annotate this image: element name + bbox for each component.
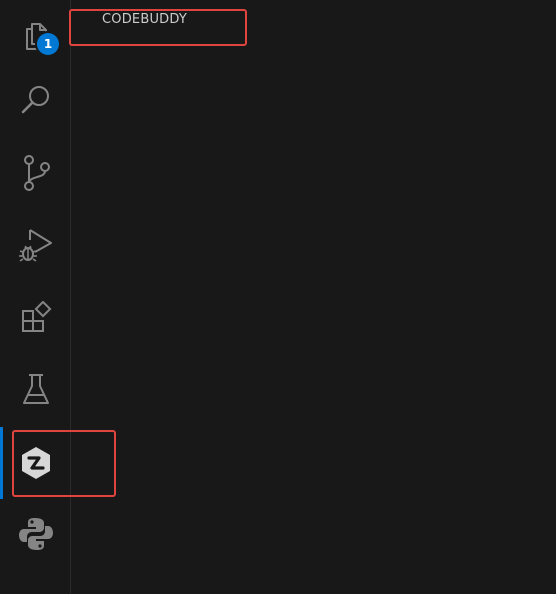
extensions-icon [21,301,51,332]
explorer-badge: 1 [37,33,59,55]
activity-search[interactable] [0,64,71,136]
activity-explorer[interactable]: 1 [0,0,71,72]
search-icon [21,86,49,114]
activity-run-debug[interactable] [0,209,71,281]
activity-python[interactable] [0,498,71,570]
activity-source-control[interactable] [0,137,71,209]
codebuddy-icon [21,447,50,479]
python-icon [18,518,53,550]
source-control-icon [23,155,50,191]
activity-codebuddy[interactable] [0,427,71,499]
panel-title: CODEBUDDY [102,12,188,27]
activity-extensions[interactable] [0,282,71,354]
activity-bar: 1 [0,0,71,594]
run-debug-icon [18,229,52,262]
activity-testing[interactable] [0,354,71,426]
flask-icon [22,374,49,404]
side-panel [72,0,556,594]
